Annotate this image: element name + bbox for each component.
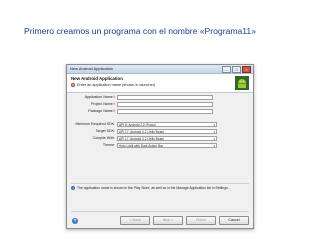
application-name-label: Application Name: [84, 95, 114, 99]
theme-select[interactable]: Holo Light with Dark Action Bar ▾ [117, 143, 217, 148]
min-sdk-select[interactable]: API 8: Android 2.2 (Froyo) ▾ [117, 122, 217, 127]
compile-with-select[interactable]: API 17: Android 4.2 (Jelly Bean) ▾ [117, 136, 217, 141]
project-name-label: Project Name: [91, 102, 114, 106]
android-logo-icon [235, 76, 249, 90]
cancel-button[interactable]: Cancel [219, 216, 249, 225]
theme-value: Holo Light with Dark Action Bar [119, 144, 163, 148]
maximize-icon[interactable]: □ [232, 66, 241, 73]
info-message: The application name is shown in the Pla… [77, 186, 229, 190]
window-title: New Android Application [70, 66, 114, 71]
error-icon: ✕ [71, 83, 75, 87]
package-name-label: Package Name: [88, 109, 114, 113]
info-message-row: i The application name is shown in the P… [71, 186, 229, 190]
application-name-field[interactable] [117, 95, 213, 100]
slide-title: Primero creamos un programa con el nombr… [24, 26, 256, 36]
minimize-icon[interactable]: – [222, 66, 231, 73]
dialog-titlebar: New Android Application – □ × [67, 65, 253, 74]
compile-with-value: API 17: Android 4.2 (Jelly Bean) [119, 137, 165, 141]
divider [71, 211, 249, 212]
finish-button[interactable]: Finish [186, 216, 216, 225]
package-name-field[interactable] [117, 109, 213, 114]
next-button[interactable]: Next > [153, 216, 183, 225]
target-sdk-value: API 17: Android 4.2 (Jelly Bean) [119, 130, 165, 134]
package-name-row: Package Name:! [71, 109, 251, 114]
project-name-field[interactable] [117, 102, 213, 107]
divider [71, 183, 249, 184]
error-message: Enter an application name (shown in laun… [77, 83, 156, 87]
close-icon[interactable]: × [242, 66, 251, 73]
min-sdk-value: API 8: Android 2.2 (Froyo) [119, 123, 156, 127]
theme-row: Theme: Holo Light with Dark Action Bar ▾ [71, 143, 251, 148]
target-sdk-label: Target SDK: [95, 129, 115, 133]
target-sdk-row: Target SDK: API 17: Android 4.2 (Jelly B… [71, 129, 251, 134]
required-marker-icon: ! [113, 102, 115, 106]
min-sdk-row: Minimum Required SDK: API 8: Android 2.2… [71, 122, 251, 127]
help-icon[interactable]: ? [72, 218, 78, 224]
window-controls: – □ × [222, 66, 251, 73]
application-name-row: Application Name:! [71, 95, 251, 100]
project-name-row: Project Name:! [71, 102, 251, 107]
chevron-down-icon: ▾ [213, 137, 215, 141]
back-button[interactable]: < Back [120, 216, 150, 225]
error-message-row: ✕ Enter an application name (shown in la… [71, 83, 155, 87]
theme-label: Theme: [102, 143, 115, 147]
required-marker-icon: ! [113, 95, 115, 99]
chevron-down-icon: ▾ [213, 130, 215, 134]
info-icon: i [71, 186, 75, 190]
required-marker-icon: ! [113, 109, 115, 113]
target-sdk-select[interactable]: API 17: Android 4.2 (Jelly Bean) ▾ [117, 129, 217, 134]
compile-with-row: Compile With: API 17: Android 4.2 (Jelly… [71, 136, 251, 141]
chevron-down-icon: ▾ [213, 123, 215, 127]
wizard-header: New Android Application ✕ Enter an appli… [67, 74, 253, 93]
wizard-title: New Android Application [71, 76, 123, 81]
new-android-application-dialog: New Android Application – □ × New Androi… [66, 64, 254, 229]
chevron-down-icon: ▾ [213, 144, 215, 148]
wizard-button-bar: < Back Next > Finish Cancel [120, 216, 249, 225]
min-sdk-label: Minimum Required SDK: [75, 122, 115, 126]
compile-with-label: Compile With: [92, 136, 115, 140]
